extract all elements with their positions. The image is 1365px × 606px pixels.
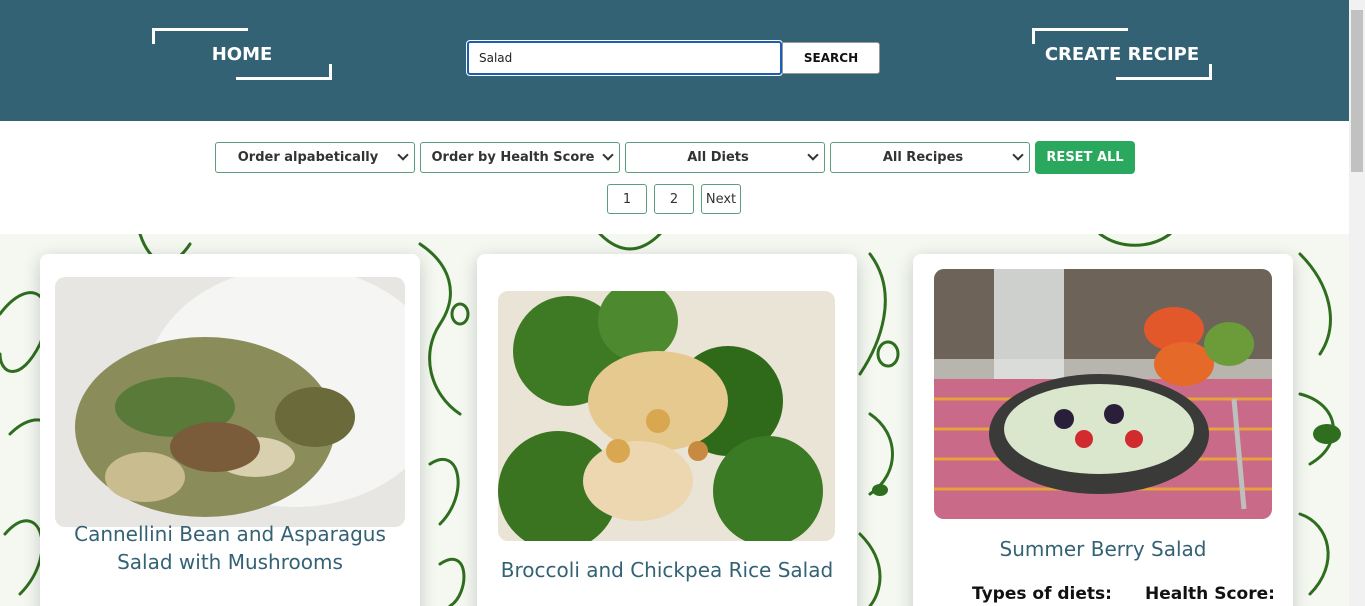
select-value: All Diets <box>687 150 749 165</box>
recipe-card[interactable]: Summer Berry Salad Types of diets: Healt… <box>913 254 1293 606</box>
recipe-grid: Cannellini Bean and Asparagus Salad with… <box>0 234 1349 606</box>
recipe-image[interactable] <box>934 269 1272 519</box>
health-score-label: Health Score: <box>1145 584 1275 604</box>
diets-label: Types of diets: <box>972 584 1112 604</box>
search-bar: SEARCH <box>466 40 880 76</box>
recipes-select[interactable]: All Recipes <box>830 142 1030 173</box>
recipe-card[interactable]: Cannellini Bean and Asparagus Salad with… <box>40 254 420 606</box>
select-value: Order alpabetically <box>237 150 379 165</box>
scrollbar-thumb[interactable] <box>1351 10 1363 172</box>
recipe-card[interactable]: Broccoli and Chickpea Rice Salad <box>477 254 857 606</box>
search-input[interactable] <box>466 40 783 76</box>
pagination: 1 2 Next <box>607 184 741 214</box>
search-button[interactable]: SEARCH <box>782 42 880 74</box>
decor-corner <box>1032 28 1128 44</box>
top-header: HOME SEARCH CREATE RECIPE <box>0 0 1349 121</box>
page-button-2[interactable]: 2 <box>654 184 694 214</box>
recipe-title[interactable]: Summer Berry Salad <box>913 535 1293 563</box>
page-button-1[interactable]: 1 <box>607 184 647 214</box>
decor-corner <box>236 64 332 80</box>
reset-all-button[interactable]: RESET ALL <box>1035 141 1135 174</box>
recipe-photo <box>498 291 835 541</box>
recipe-image[interactable] <box>55 277 405 527</box>
chevron-down-icon <box>602 149 614 161</box>
chevron-down-icon <box>397 149 409 161</box>
select-value: Order by Health Score <box>431 150 595 165</box>
next-page-button[interactable]: Next <box>701 184 741 214</box>
chevron-down-icon <box>1012 149 1024 161</box>
home-nav-button[interactable]: HOME <box>152 28 332 80</box>
decor-corner <box>1116 64 1212 80</box>
home-label: HOME <box>211 43 273 65</box>
recipe-title[interactable]: Broccoli and Chickpea Rice Salad <box>477 556 857 584</box>
select-value: All Recipes <box>882 150 964 165</box>
order-alphabetical-select[interactable]: Order alpabetically <box>215 142 415 173</box>
chevron-down-icon <box>807 149 819 161</box>
decor-corner <box>152 28 248 44</box>
order-health-select[interactable]: Order by Health Score <box>420 142 620 173</box>
recipe-photo <box>934 269 1272 519</box>
diets-select[interactable]: All Diets <box>625 142 825 173</box>
recipe-image[interactable] <box>498 291 835 541</box>
filter-bar: Order alpabetically Order by Health Scor… <box>215 141 1135 174</box>
page-scrollbar[interactable] <box>1349 0 1365 606</box>
create-recipe-label: CREATE RECIPE <box>1044 43 1200 65</box>
create-recipe-nav-button[interactable]: CREATE RECIPE <box>1032 28 1212 80</box>
recipe-photo <box>55 277 405 527</box>
recipe-title[interactable]: Cannellini Bean and Asparagus Salad with… <box>40 520 420 576</box>
